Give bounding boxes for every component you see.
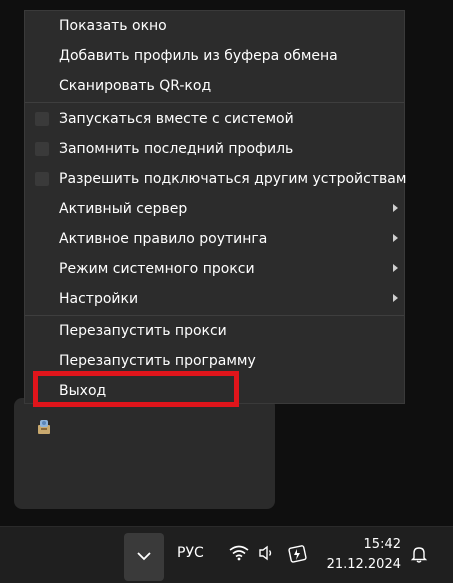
checkbox-icon (35, 172, 49, 186)
tray-overflow-flyout (14, 398, 275, 509)
menu-item-label: Активный сервер (59, 201, 188, 217)
exit-highlight-box (33, 371, 239, 407)
menu-item-remember-profile[interactable]: Запомнить последний профиль (25, 134, 404, 164)
menu-item-label: Режим системного прокси (59, 261, 255, 277)
wifi-icon[interactable] (229, 545, 249, 565)
menu-item-active-server[interactable]: Активный сервер (25, 194, 404, 224)
menu-item-label: Запускаться вместе с системой (59, 111, 294, 127)
menu-item-label: Перезапустить прокси (59, 323, 227, 339)
menu-item-settings[interactable]: Настройки (25, 284, 404, 314)
submenu-arrow-icon (393, 264, 398, 272)
notification-bell-icon[interactable] (410, 545, 428, 567)
menu-item-label: Активное правило роутинга (59, 231, 268, 247)
app-tray-icon[interactable] (35, 418, 53, 436)
chevron-down-icon (137, 552, 151, 561)
menu-item-routing-rule[interactable]: Активное правило роутинга (25, 224, 404, 254)
menu-item-autostart[interactable]: Запускаться вместе с системой (25, 104, 404, 134)
volume-icon[interactable] (258, 545, 276, 565)
menu-item-system-proxy-mode[interactable]: Режим системного прокси (25, 254, 404, 284)
menu-item-label: Настройки (59, 291, 139, 307)
submenu-arrow-icon (393, 234, 398, 242)
submenu-arrow-icon (393, 204, 398, 212)
clock[interactable]: 15:42 21.12.2024 (327, 535, 401, 575)
menu-item-restart-proxy[interactable]: Перезапустить прокси (25, 316, 404, 346)
tray-context-menu: Показать окно Добавить профиль из буфера… (24, 10, 407, 404)
show-hidden-icons-button[interactable] (124, 533, 164, 581)
battery-charging-icon[interactable] (287, 545, 309, 567)
menu-item-scan-qr[interactable]: Сканировать QR-код (25, 71, 404, 101)
language-indicator[interactable]: РУС (177, 545, 204, 561)
checkbox-icon (35, 142, 49, 156)
menu-item-allow-lan[interactable]: Разрешить подключаться другим устройства… (25, 164, 407, 194)
clock-time: 15:42 (363, 537, 401, 552)
menu-item-show-window[interactable]: Показать окно (25, 11, 404, 41)
menu-item-label: Добавить профиль из буфера обмена (59, 48, 338, 64)
menu-item-label: Сканировать QR-код (59, 78, 212, 94)
menu-item-label: Разрешить подключаться другим устройства… (59, 171, 407, 187)
menu-separator (25, 102, 404, 103)
menu-item-add-from-clipboard[interactable]: Добавить профиль из буфера обмена (25, 41, 404, 71)
menu-item-label: Запомнить последний профиль (59, 141, 294, 157)
clock-date: 21.12.2024 (326, 557, 401, 572)
taskbar: РУС 15:42 21.12.2024 (0, 526, 453, 583)
menu-item-label: Показать окно (59, 18, 167, 34)
submenu-arrow-icon (393, 294, 398, 302)
checkbox-icon (35, 112, 49, 126)
